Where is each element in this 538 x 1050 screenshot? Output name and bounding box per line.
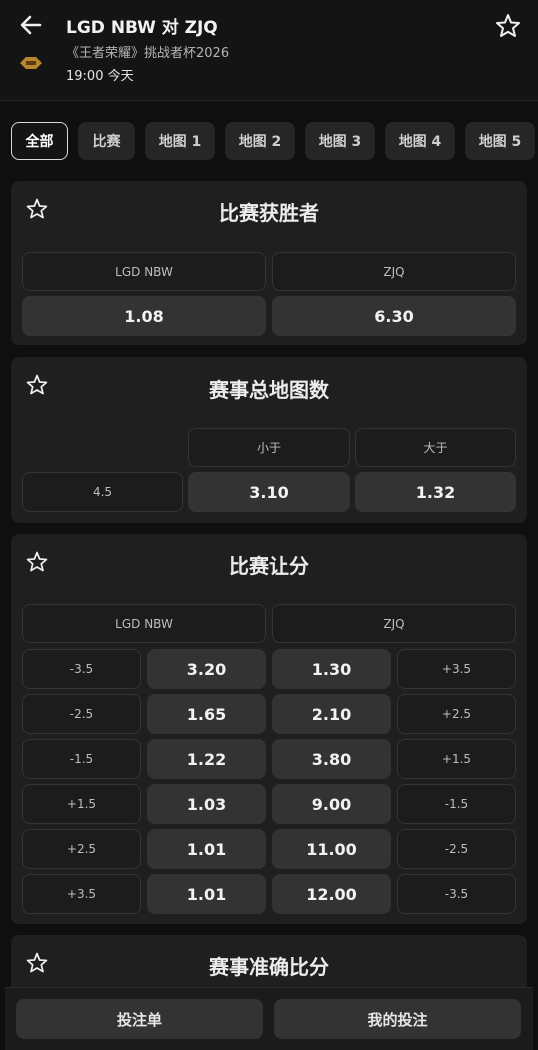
market-total-maps: 赛事总地图数 小于 大于 4.5 3.10 1.32 (11, 357, 527, 523)
odds-button[interactable]: 1.03 (147, 784, 266, 824)
team-header-zjq: ZJQ (272, 604, 516, 643)
handicap-label: -2.5 (397, 829, 516, 869)
odds-button[interactable]: 12.00 (272, 874, 391, 914)
handicap-label: -1.5 (22, 739, 141, 779)
odds-button[interactable]: 3.10 (188, 472, 350, 512)
tab-match[interactable]: 比赛 (78, 122, 135, 160)
favorite-star-icon[interactable] (494, 12, 522, 40)
handicap-label: -3.5 (22, 649, 141, 689)
over-header: 大于 (355, 428, 516, 467)
handicap-label: +3.5 (22, 874, 141, 914)
bottom-action-bar: 投注单 我的投注 (5, 987, 533, 1050)
market-title: 赛事准确比分 (209, 955, 329, 979)
team-header-lgd: LGD NBW (22, 252, 266, 291)
tab-map-1[interactable]: 地图 1 (145, 122, 215, 160)
odds-button[interactable]: 1.08 (22, 296, 266, 336)
market-title: 比赛让分 (229, 554, 309, 578)
handicap-label: +2.5 (22, 829, 141, 869)
team-header-zjq: ZJQ (272, 252, 516, 291)
match-title: LGD NBW 对 ZJQ (66, 18, 218, 38)
under-header: 小于 (188, 428, 350, 467)
back-arrow-icon[interactable] (16, 10, 46, 40)
handicap-label: +1.5 (397, 739, 516, 779)
handicap-label: -2.5 (22, 694, 141, 734)
handicap-label: -1.5 (397, 784, 516, 824)
total-line-label: 4.5 (22, 472, 183, 512)
market-title: 赛事总地图数 (209, 378, 329, 402)
tournament-logo-icon (20, 57, 42, 69)
odds-button[interactable]: 1.32 (355, 472, 516, 512)
market-match-winner: 比赛获胜者 LGD NBW ZJQ 1.08 6.30 (11, 181, 527, 345)
odds-button[interactable]: 3.80 (272, 739, 391, 779)
market-handicap: 比赛让分 LGD NBW ZJQ -3.5 3.20 1.30 +3.5 -2.… (11, 534, 527, 924)
match-time: 19:00 今天 (66, 69, 134, 84)
match-header: LGD NBW 对 ZJQ 《王者荣耀》挑战者杯2026 19:00 今天 (0, 0, 538, 101)
odds-button[interactable]: 1.01 (147, 829, 266, 869)
odds-button[interactable]: 11.00 (272, 829, 391, 869)
odds-button[interactable]: 3.20 (147, 649, 266, 689)
odds-button[interactable]: 6.30 (272, 296, 516, 336)
odds-button[interactable]: 9.00 (272, 784, 391, 824)
market-tabs: 全部 比赛 地图 1 地图 2 地图 3 地图 4 地图 5 (0, 100, 538, 180)
odds-button[interactable]: 1.22 (147, 739, 266, 779)
tab-map-4[interactable]: 地图 4 (385, 122, 455, 160)
handicap-label: +2.5 (397, 694, 516, 734)
betslip-button[interactable]: 投注单 (16, 999, 263, 1039)
tab-map-5[interactable]: 地图 5 (465, 122, 535, 160)
handicap-label: +3.5 (397, 649, 516, 689)
team-header-lgd: LGD NBW (22, 604, 266, 643)
handicap-label: -3.5 (397, 874, 516, 914)
handicap-label: +1.5 (22, 784, 141, 824)
odds-button[interactable]: 1.01 (147, 874, 266, 914)
tab-all[interactable]: 全部 (11, 122, 68, 160)
odds-button[interactable]: 1.65 (147, 694, 266, 734)
tournament-name: 《王者荣耀》挑战者杯2026 (66, 46, 230, 61)
tab-map-3[interactable]: 地图 3 (305, 122, 375, 160)
tab-map-2[interactable]: 地图 2 (225, 122, 295, 160)
my-bets-button[interactable]: 我的投注 (274, 999, 521, 1039)
market-title: 比赛获胜者 (219, 201, 319, 225)
odds-button[interactable]: 2.10 (272, 694, 391, 734)
odds-button[interactable]: 1.30 (272, 649, 391, 689)
